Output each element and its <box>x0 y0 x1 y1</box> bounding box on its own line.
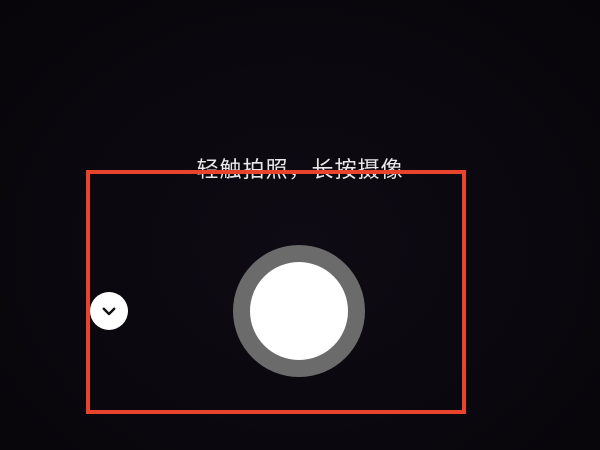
camera-screen: 轻触拍照，长按摄像 <box>0 0 600 450</box>
shutter-button[interactable] <box>233 245 365 377</box>
chevron-down-icon <box>102 307 116 316</box>
shutter-inner-circle <box>250 262 348 360</box>
collapse-button[interactable] <box>90 292 128 330</box>
capture-hint: 轻触拍照，长按摄像 <box>196 158 404 183</box>
